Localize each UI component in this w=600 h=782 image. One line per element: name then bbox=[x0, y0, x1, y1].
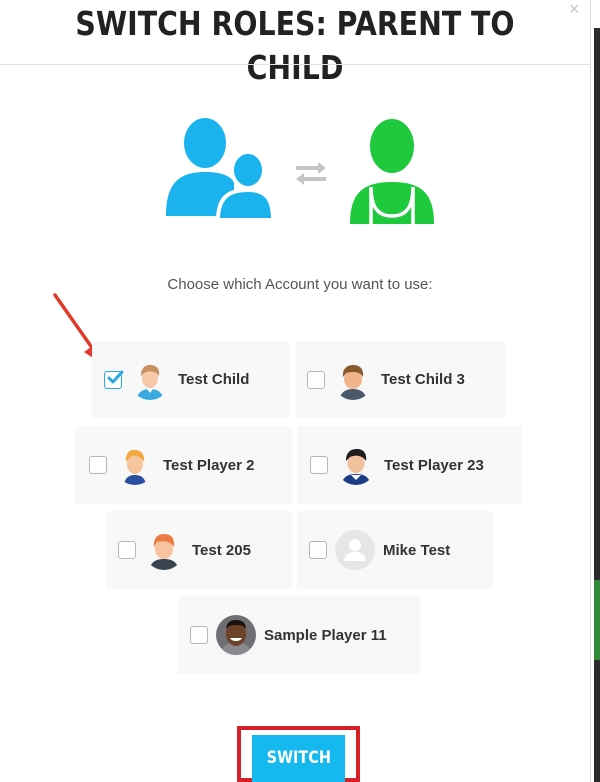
account-checkbox[interactable] bbox=[190, 626, 208, 644]
avatar bbox=[130, 359, 170, 400]
account-card-test-205[interactable]: Test 205 bbox=[106, 511, 292, 589]
account-checkbox[interactable] bbox=[307, 370, 325, 389]
background-strip bbox=[594, 28, 600, 782]
account-checkbox[interactable] bbox=[309, 541, 327, 559]
background-page-edge bbox=[590, 0, 600, 782]
account-checkbox[interactable] bbox=[89, 456, 107, 474]
switch-roles-modal: SWITCH ROLES: PARENT TO CHILD × Choose w… bbox=[0, 0, 590, 782]
avatar bbox=[216, 615, 256, 655]
account-name: Test Player 2 bbox=[163, 456, 255, 474]
account-name: Test Player 23 bbox=[384, 456, 484, 474]
close-icon[interactable]: × bbox=[569, 0, 580, 18]
account-name: Mike Test bbox=[383, 541, 451, 559]
header-divider bbox=[0, 64, 590, 65]
account-name: Test Child 3 bbox=[381, 371, 465, 388]
checkmark-icon bbox=[107, 370, 124, 383]
background-strip-accent bbox=[594, 580, 600, 660]
role-switch-illustration bbox=[0, 110, 590, 230]
account-card-test-child[interactable]: Test Child bbox=[92, 341, 290, 418]
account-checkbox[interactable] bbox=[310, 456, 328, 474]
switch-button-label: SWITCH bbox=[266, 748, 331, 768]
avatar bbox=[336, 445, 376, 485]
switch-button[interactable]: SWITCH bbox=[252, 735, 345, 782]
default-user-icon bbox=[335, 530, 375, 570]
child-player-icon bbox=[350, 119, 434, 224]
account-card-test-child-3[interactable]: Test Child 3 bbox=[296, 341, 505, 418]
parent-group-icon bbox=[166, 118, 274, 220]
modal-title: SWITCH ROLES: PARENT TO CHILD bbox=[75, 4, 515, 87]
account-card-mike-test[interactable]: Mike Test bbox=[297, 511, 493, 589]
account-card-sample-player-11[interactable]: Sample Player 11 bbox=[178, 596, 420, 674]
account-card-test-player-2[interactable]: Test Player 2 bbox=[75, 426, 292, 504]
account-name: Sample Player 11 bbox=[264, 626, 387, 644]
account-checkbox[interactable] bbox=[118, 541, 136, 559]
account-name: Test 205 bbox=[192, 541, 251, 559]
avatar bbox=[115, 445, 155, 485]
account-name: Test Child bbox=[178, 371, 250, 388]
account-card-test-player-23[interactable]: Test Player 23 bbox=[297, 426, 522, 504]
avatar bbox=[333, 359, 373, 400]
swap-arrows-icon bbox=[296, 162, 326, 185]
avatar bbox=[144, 530, 184, 570]
account-checkbox[interactable] bbox=[104, 370, 124, 389]
